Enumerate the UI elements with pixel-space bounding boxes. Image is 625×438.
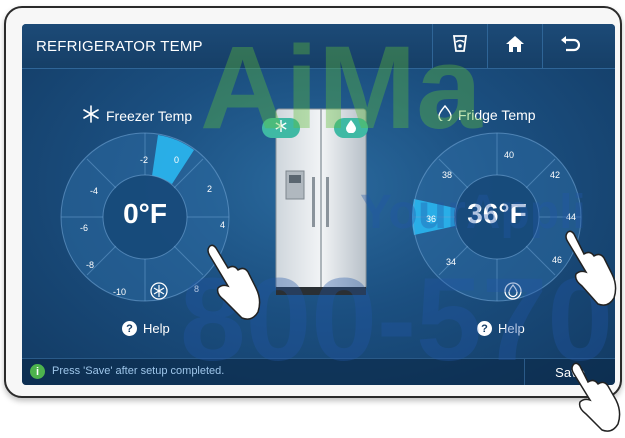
footer-message: Press 'Save' after setup completed.	[52, 365, 225, 377]
freezer-temp-label: Freezer Temp	[82, 105, 192, 126]
freezer-tick[interactable]: 8	[194, 284, 199, 294]
hand-pointer-icon	[202, 242, 264, 327]
fridge-temp-value: 36°F	[467, 198, 527, 229]
fridge-tick[interactable]: 34	[446, 257, 456, 267]
home-button[interactable]	[487, 24, 542, 68]
freezer-help-button[interactable]: ? Help	[122, 321, 170, 336]
freezer-tick[interactable]: -10	[113, 287, 126, 297]
back-button[interactable]	[542, 24, 597, 68]
header-bar: REFRIGERATOR TEMP	[22, 24, 615, 69]
freezer-tick[interactable]: -4	[90, 186, 98, 196]
filter-button[interactable]	[432, 24, 487, 68]
freezer-tick[interactable]: -2	[140, 155, 148, 165]
footer-bar: i Press 'Save' after setup completed. Sa…	[22, 358, 615, 385]
hand-pointer-icon	[568, 360, 625, 438]
fridge-tick[interactable]: 38	[442, 170, 452, 180]
freezer-tick[interactable]: -8	[86, 260, 94, 270]
device-frame: REFRIGERATOR TEMP Freezer Temp 0°F -2 0 …	[4, 6, 622, 398]
fridge-temp-label: Fridge Temp	[438, 104, 536, 124]
snowflake-icon	[82, 105, 100, 126]
control-screen: REFRIGERATOR TEMP Freezer Temp 0°F -2 0 …	[22, 24, 615, 385]
help-icon: ?	[122, 321, 137, 336]
freezer-badge	[262, 118, 300, 138]
filter-icon	[451, 34, 469, 59]
snowflake-icon	[274, 119, 288, 138]
freezer-tick-selected[interactable]: 0	[174, 155, 179, 165]
fridge-tick[interactable]: 40	[504, 150, 514, 160]
freezer-tick[interactable]: 2	[207, 184, 212, 194]
fridge-temp-text: Fridge Temp	[458, 106, 536, 123]
freezer-mode-icon[interactable]	[150, 282, 168, 305]
fridge-badge	[334, 118, 368, 138]
refrigerator-image	[262, 107, 368, 297]
freezer-help-label: Help	[143, 321, 170, 336]
home-icon	[505, 35, 525, 58]
fridge-help-button[interactable]: ? Help	[477, 321, 525, 336]
fridge-mode-icon[interactable]	[504, 282, 522, 305]
freezer-tick[interactable]: -6	[80, 223, 88, 233]
droplet-icon	[345, 119, 357, 138]
help-icon: ?	[477, 321, 492, 336]
freezer-temp-text: Freezer Temp	[106, 107, 193, 124]
fridge-tick-selected[interactable]: 36	[426, 214, 436, 224]
info-icon: i	[30, 364, 45, 379]
fridge-help-label: Help	[498, 321, 525, 336]
back-icon	[560, 35, 581, 57]
fridge-dial[interactable]: 36°F 40 42 44 46 34 36 38	[412, 132, 582, 302]
hand-pointer-icon	[560, 228, 620, 313]
fridge-tick[interactable]: 42	[550, 170, 560, 180]
droplet-icon	[438, 104, 452, 124]
page-title: REFRIGERATOR TEMP	[36, 38, 203, 55]
freezer-tick[interactable]: 4	[220, 220, 225, 230]
fridge-tick[interactable]: 44	[566, 212, 576, 222]
